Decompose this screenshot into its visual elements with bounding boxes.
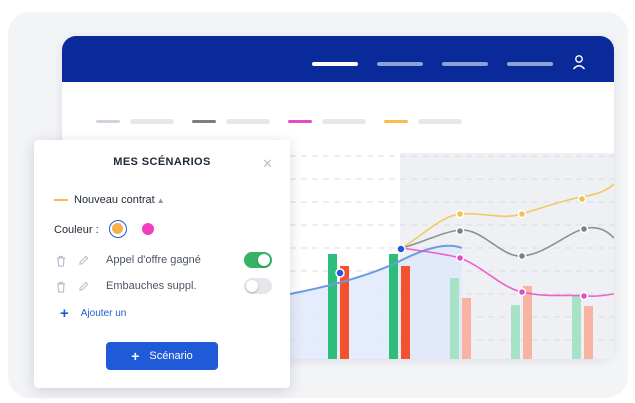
- chart-point: [517, 209, 527, 219]
- contract-color-dash: [54, 199, 68, 201]
- plus-icon: +: [131, 348, 140, 364]
- blue-area-fill: [290, 245, 462, 359]
- chart-point: [577, 194, 587, 204]
- chart-point: [579, 224, 589, 234]
- chart-point: [517, 287, 527, 297]
- scenarios-panel: MES SCÉNARIOS ✕ Nouveau contrat ▲ Couleu…: [34, 140, 290, 388]
- chart-bar: [584, 306, 593, 359]
- pencil-icon[interactable]: [78, 255, 89, 266]
- chart-bar: [389, 254, 398, 359]
- contract-selector[interactable]: Nouveau contrat ▲: [54, 192, 165, 208]
- add-scenario-button[interactable]: + Scénario: [106, 342, 218, 370]
- chart-point: [455, 253, 465, 263]
- toggle-embauches[interactable]: [244, 278, 272, 294]
- trash-icon[interactable]: [56, 281, 66, 293]
- color-swatch-selected[interactable]: [109, 220, 127, 238]
- chart-point: [335, 268, 345, 278]
- toggle-knob: [258, 254, 270, 266]
- panel-title: MES SCÉNARIOS: [113, 156, 211, 168]
- option-row: Appel d'offre gagné: [54, 252, 274, 270]
- plus-icon: +: [60, 304, 69, 322]
- chart-bar: [523, 286, 532, 359]
- chart-bar: [462, 298, 471, 359]
- color-swatch-orange: [112, 223, 123, 234]
- chart-bar: [328, 254, 337, 359]
- contract-name: Nouveau contrat: [74, 194, 155, 206]
- trash-icon[interactable]: [56, 255, 66, 267]
- toggle-appel-offre[interactable]: [244, 252, 272, 268]
- add-option-link[interactable]: + Ajouter un: [60, 304, 127, 322]
- option-label-embauches: Embauches suppl.: [106, 280, 197, 292]
- color-label: Couleur :: [54, 224, 99, 236]
- option-label-appel-offre: Appel d'offre gagné: [106, 254, 201, 266]
- pencil-icon[interactable]: [78, 281, 89, 292]
- chart-point: [396, 244, 406, 254]
- chart-bar: [450, 278, 459, 359]
- add-option-label: Ajouter un: [80, 307, 127, 319]
- chart-point: [517, 251, 527, 261]
- add-scenario-label: Scénario: [149, 350, 193, 362]
- caret-up-icon: ▲: [156, 195, 165, 205]
- option-row: Embauches suppl.: [54, 278, 274, 296]
- chart-bar: [511, 305, 520, 359]
- chart-bar: [572, 296, 581, 359]
- chart-bar: [401, 266, 410, 359]
- toggle-knob: [246, 280, 258, 292]
- close-icon[interactable]: ✕: [262, 156, 273, 172]
- chart-point: [455, 209, 465, 219]
- chart-point: [579, 291, 589, 301]
- color-swatch-pink[interactable]: [142, 223, 154, 235]
- chart-point: [455, 226, 465, 236]
